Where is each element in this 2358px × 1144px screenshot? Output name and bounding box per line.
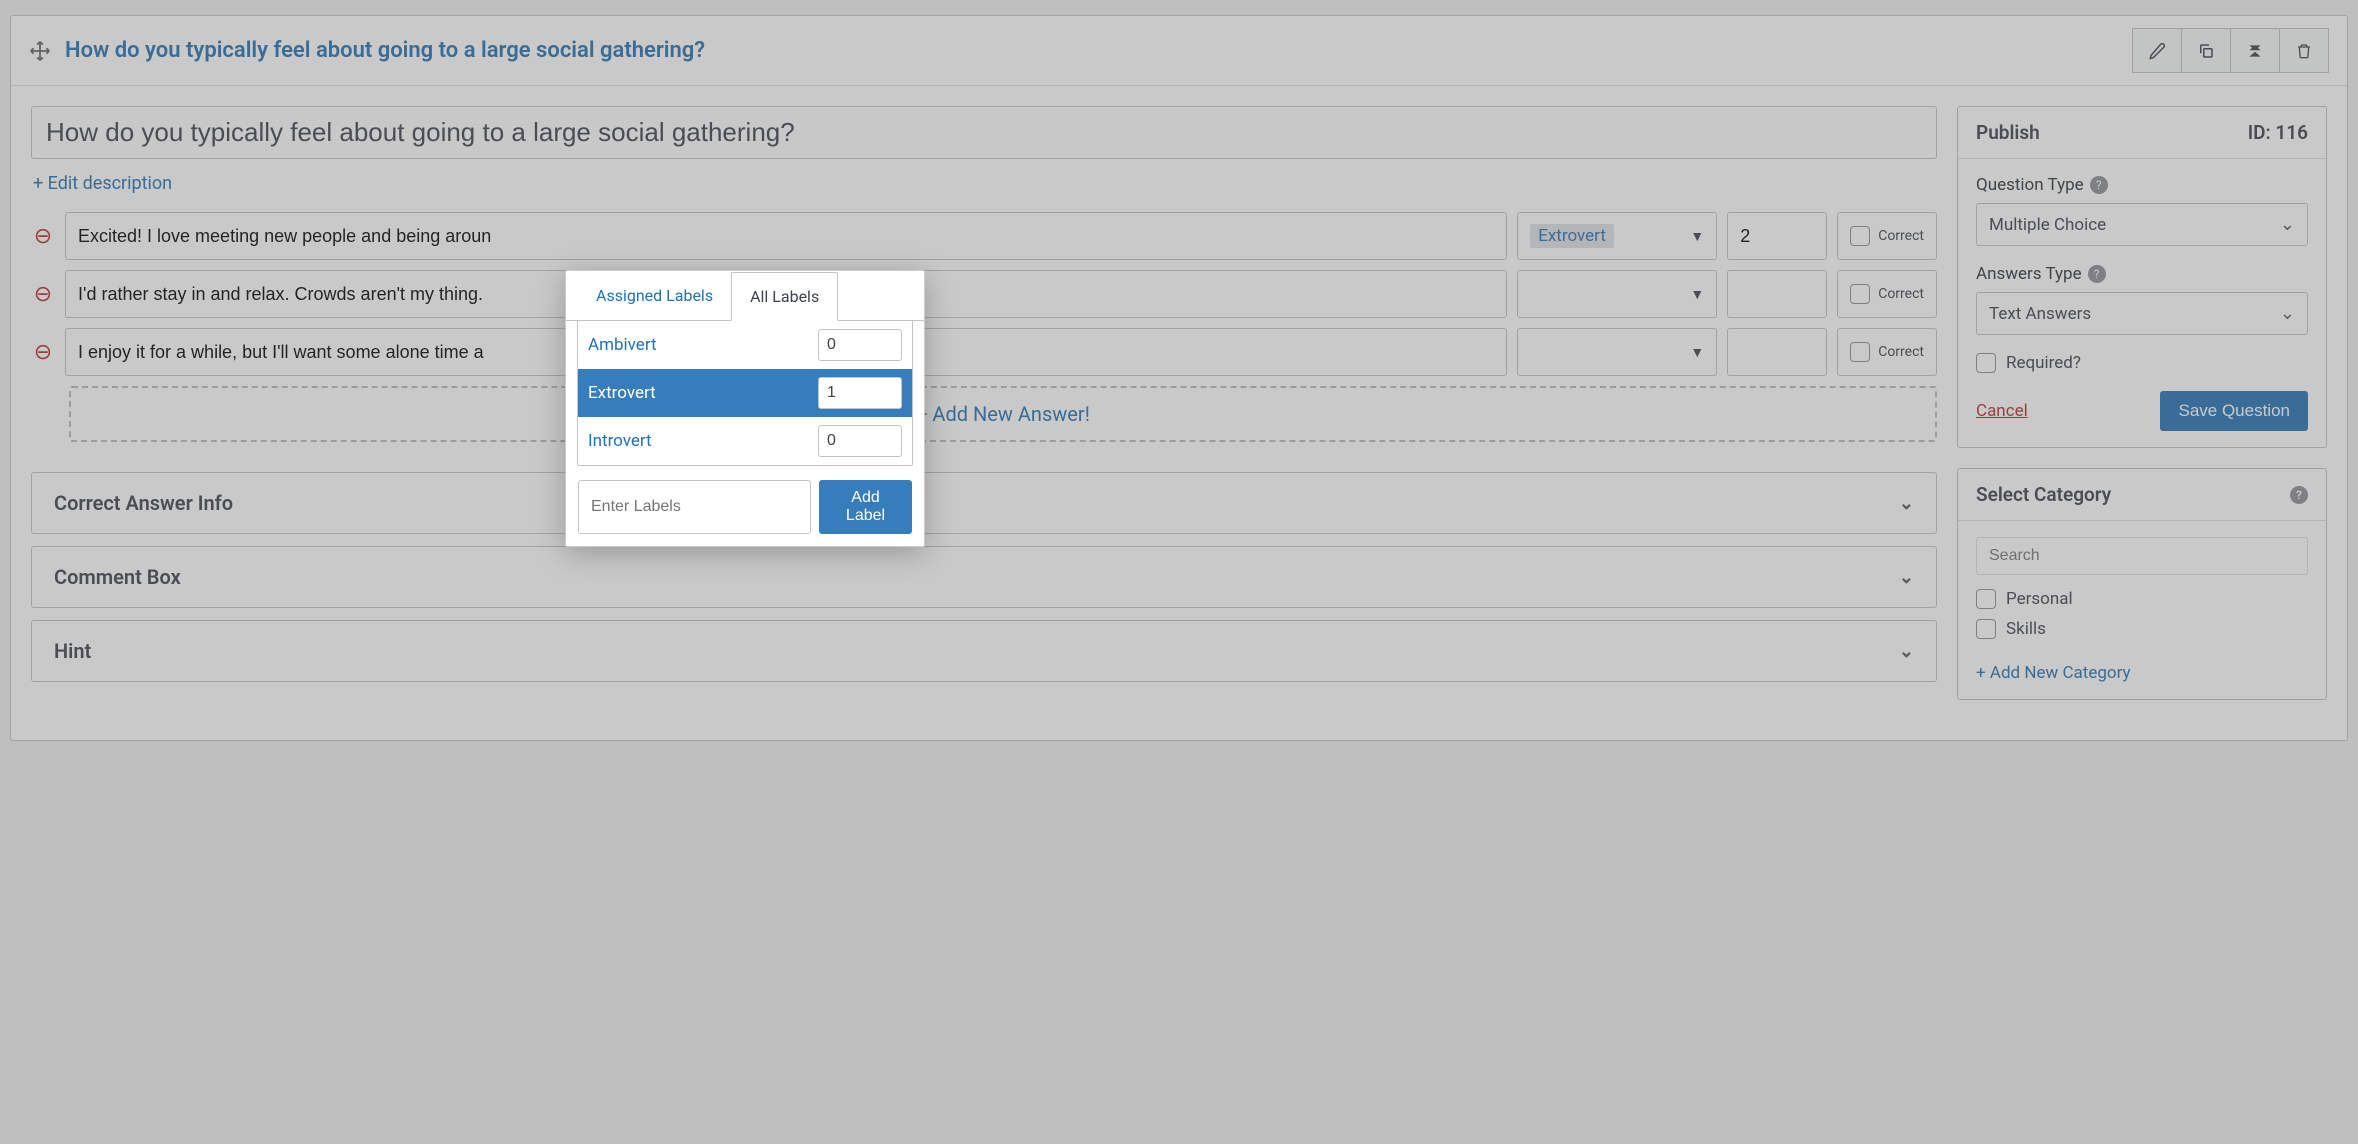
label-weight-input[interactable] [818,425,902,457]
label-item[interactable]: Introvert [578,417,912,465]
label-name: Extrovert [588,383,656,403]
labels-popover: Assigned Labels All Labels Ambivert Extro… [565,270,925,547]
label-weight-input[interactable] [818,329,902,361]
tab-all-labels[interactable]: All Labels [731,272,838,321]
label-name: Ambivert [588,335,657,355]
enter-labels-input[interactable] [578,480,811,534]
label-weight-input[interactable] [818,377,902,409]
label-item[interactable]: Extrovert [578,369,912,417]
tab-assigned-labels[interactable]: Assigned Labels [578,272,731,321]
add-label-button[interactable]: Add Label [819,480,912,534]
modal-overlay [0,0,2358,1144]
label-name: Introvert [588,431,652,451]
label-item[interactable]: Ambivert [578,321,912,369]
